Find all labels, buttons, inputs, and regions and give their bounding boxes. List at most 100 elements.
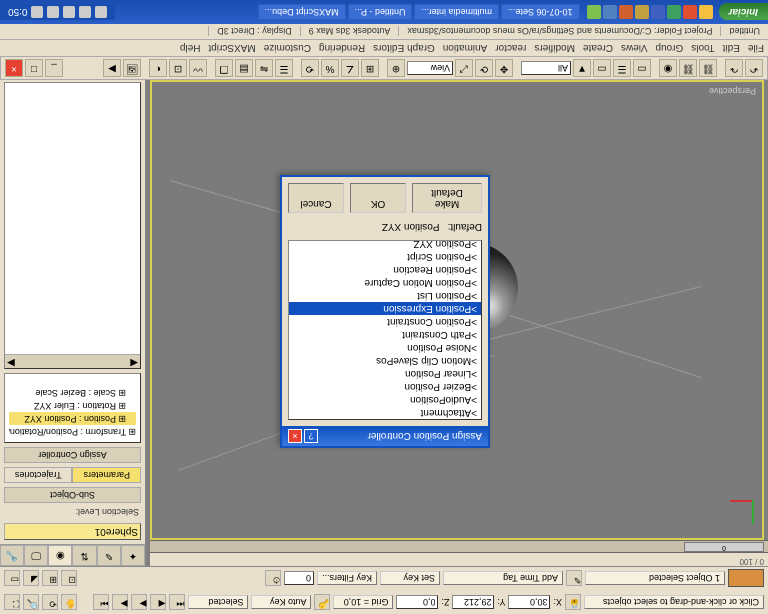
tree-item[interactable]: ⊞ Transform : Position/Rotation/... bbox=[9, 425, 136, 438]
scroll-left-icon[interactable]: ◀ bbox=[130, 355, 138, 368]
ql-icon[interactable] bbox=[587, 5, 601, 19]
menu-help[interactable]: Help bbox=[180, 43, 201, 54]
time-config-icon[interactable]: ⏱ bbox=[265, 570, 281, 586]
tray-icon[interactable] bbox=[31, 6, 43, 18]
keyfilters-button[interactable]: Key Filters... bbox=[317, 571, 377, 585]
menu-views[interactable]: Views bbox=[621, 43, 648, 54]
menu-customize[interactable]: Customize bbox=[264, 43, 311, 54]
snap-icon[interactable]: ⊞ bbox=[361, 59, 379, 77]
next-frame-icon[interactable]: ▶ bbox=[112, 594, 128, 610]
list-item[interactable]: >Position List bbox=[289, 289, 481, 302]
zoom-icon[interactable]: 🔍 bbox=[23, 594, 39, 610]
scale-icon[interactable]: ⤢ bbox=[455, 59, 473, 77]
list-item[interactable]: >Position Expression bbox=[289, 302, 481, 315]
ql-icon[interactable] bbox=[603, 5, 617, 19]
render-icon[interactable]: ▶ bbox=[103, 59, 121, 77]
scroll-right-icon[interactable]: ▶ bbox=[7, 355, 15, 368]
zoom-ext-icon[interactable]: ⊡ bbox=[61, 570, 77, 586]
start-button[interactable]: Iniciar bbox=[719, 4, 768, 21]
percent-snap-icon[interactable]: % bbox=[321, 59, 339, 77]
layers-icon[interactable]: ❐ bbox=[215, 59, 233, 77]
fov-icon[interactable]: ◢ bbox=[23, 570, 39, 586]
ql-icon[interactable] bbox=[667, 5, 681, 19]
menu-animation[interactable]: Animation bbox=[443, 43, 487, 54]
prev-frame-icon[interactable]: ◀ bbox=[150, 594, 166, 610]
tab-display-icon[interactable]: 🖵 bbox=[24, 545, 48, 566]
align-icon[interactable]: ▤ bbox=[235, 59, 253, 77]
select-icon[interactable]: ▭ bbox=[633, 59, 651, 77]
angle-snap-icon[interactable]: ∠ bbox=[341, 59, 359, 77]
menu-modifiers[interactable]: Modifiers bbox=[534, 43, 575, 54]
menu-create[interactable]: Create bbox=[583, 43, 613, 54]
tab-modify-icon[interactable]: ✎ bbox=[97, 545, 121, 566]
cancel-button[interactable]: Cancel bbox=[288, 183, 344, 213]
list-item[interactable]: >Bezier Position bbox=[289, 380, 481, 393]
close-icon[interactable]: × bbox=[288, 429, 302, 443]
move-icon[interactable]: ✥ bbox=[495, 59, 513, 77]
redo-icon[interactable]: ↷ bbox=[725, 59, 743, 77]
orbit-icon[interactable]: ⟲ bbox=[42, 594, 58, 610]
time-slider[interactable]: 0 bbox=[684, 542, 764, 552]
rotate-icon[interactable]: ⟳ bbox=[475, 59, 493, 77]
bind-icon[interactable]: ◉ bbox=[659, 59, 677, 77]
goto-end-icon[interactable]: ⏭ bbox=[93, 594, 109, 610]
list-item[interactable]: >Position Constraint bbox=[289, 315, 481, 328]
pan-icon[interactable]: ✋ bbox=[61, 594, 77, 610]
zoom-ext-all-icon[interactable]: ⊞ bbox=[42, 570, 58, 586]
curve-editor-icon[interactable]: 〰 bbox=[189, 59, 207, 77]
mirror-icon[interactable]: ⇋ bbox=[255, 59, 273, 77]
tree-item[interactable]: ⊞ Position : Position XYZ bbox=[9, 412, 136, 425]
unlink-icon[interactable]: ⛓ bbox=[679, 59, 697, 77]
lock-icon[interactable]: 🔒 bbox=[565, 594, 581, 610]
make-default-button[interactable]: Make Default bbox=[412, 183, 482, 213]
tree-item[interactable]: ⊞ Scale : Bezier Scale bbox=[9, 386, 136, 399]
material-icon[interactable]: ◐ bbox=[149, 59, 167, 77]
menu-maxscript[interactable]: MAXScript bbox=[208, 43, 255, 54]
panel-scroll[interactable]: ◀ ▶ bbox=[5, 354, 140, 368]
menu-rendering[interactable]: Rendering bbox=[319, 43, 365, 54]
list-item[interactable]: >Position Script bbox=[289, 250, 481, 263]
controller-tree[interactable]: ⊞ Transform : Position/Rotation/...⊞ Pos… bbox=[4, 373, 141, 443]
list-item[interactable]: >Motion Clip SlavePos bbox=[289, 354, 481, 367]
select-region-icon[interactable]: ▭ bbox=[593, 59, 611, 77]
key-icon[interactable]: 🔑 bbox=[314, 594, 330, 610]
select-name-icon[interactable]: ☰ bbox=[613, 59, 631, 77]
maximize-viewport-icon[interactable]: ⛶ bbox=[4, 594, 20, 610]
goto-start-icon[interactable]: ⏮ bbox=[169, 594, 185, 610]
tab-motion-icon[interactable]: ◉ bbox=[48, 545, 72, 566]
pivot-icon[interactable]: ⊕ bbox=[387, 59, 405, 77]
ref-coord[interactable]: View bbox=[407, 61, 453, 75]
filter-icon[interactable]: ▼ bbox=[573, 59, 591, 77]
object-name-field[interactable] bbox=[4, 523, 141, 540]
taskbar-item[interactable]: MAXScript Debu... bbox=[258, 4, 346, 20]
taskbar-item[interactable]: 10-07-06 Sete... bbox=[501, 4, 580, 20]
menu-group[interactable]: Group bbox=[655, 43, 683, 54]
render-scene-icon[interactable]: 🖼 bbox=[123, 59, 141, 77]
setkey-button[interactable]: Set Key bbox=[380, 571, 440, 585]
selected-mode[interactable]: Selected bbox=[188, 595, 248, 609]
ql-icon[interactable] bbox=[635, 5, 649, 19]
y-input[interactable] bbox=[452, 595, 494, 609]
tray-icon[interactable] bbox=[79, 6, 91, 18]
tab-utilities-icon[interactable]: 🔧 bbox=[0, 545, 24, 566]
dialog-titlebar[interactable]: Assign Position Controller ? × bbox=[282, 426, 488, 446]
z-input[interactable] bbox=[396, 595, 438, 609]
color-swatch[interactable] bbox=[728, 569, 764, 587]
ql-icon[interactable] bbox=[651, 5, 665, 19]
current-frame[interactable] bbox=[284, 571, 314, 585]
list-item[interactable]: >Path Constraint bbox=[289, 328, 481, 341]
ql-icon[interactable] bbox=[619, 5, 633, 19]
schematic-icon[interactable]: ⊡ bbox=[169, 59, 187, 77]
max-icon[interactable]: □ bbox=[25, 59, 43, 77]
region-zoom-icon[interactable]: ▭ bbox=[4, 570, 20, 586]
tray-icon[interactable] bbox=[95, 6, 107, 18]
script-icon[interactable]: ✎ bbox=[566, 570, 582, 586]
taskbar-item[interactable]: multimedia inter... bbox=[414, 4, 499, 20]
controller-list[interactable]: >Attachment>AudioPosition>Bezier Positio… bbox=[288, 240, 482, 420]
help-icon[interactable]: ? bbox=[304, 429, 318, 443]
menu-tools[interactable]: Tools bbox=[691, 43, 714, 54]
menu-file[interactable]: File bbox=[748, 43, 764, 54]
sel-filter[interactable]: All bbox=[521, 61, 571, 75]
menu-grapheditors[interactable]: Graph Editors bbox=[373, 43, 435, 54]
list-item[interactable]: >AudioPosition bbox=[289, 393, 481, 406]
